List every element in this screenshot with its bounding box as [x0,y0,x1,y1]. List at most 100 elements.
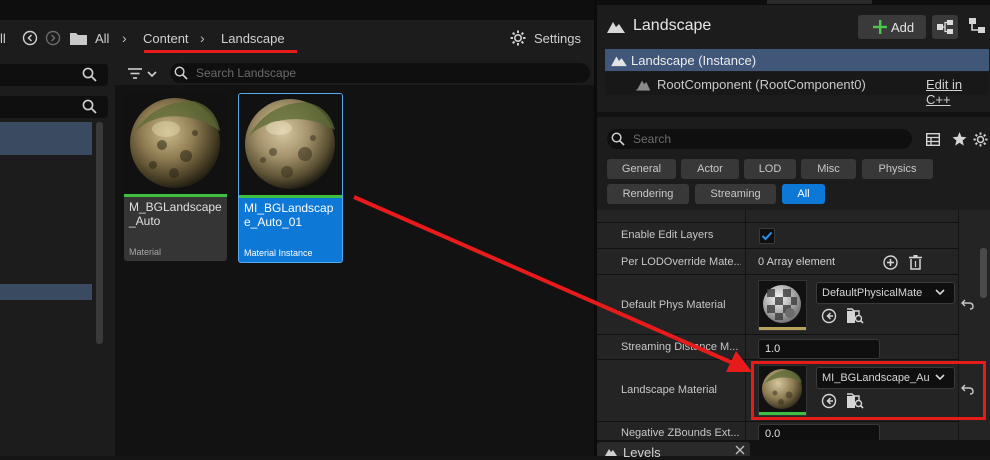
property-label: Per LODOverride Mate... [621,256,741,268]
settings-gear-icon[interactable] [510,30,526,46]
breadcrumb-landscape[interactable]: Landscape [221,31,285,46]
property-label: Default Phys Material [621,299,726,311]
tab-rendering[interactable]: Rendering [607,184,689,204]
phys-material-thumbnail[interactable] [758,280,807,331]
asset-name: M_BGLandscape_Auto [129,200,222,228]
folder-tree-row-selected[interactable] [0,122,92,155]
settings-gear-icon[interactable] [973,132,988,147]
phys-material-combo[interactable]: DefaultPhysicalMate [816,282,955,304]
tab-misc[interactable]: Misc [801,159,856,179]
section-splitter[interactable] [597,112,990,117]
reset-to-default-icon[interactable] [961,299,974,310]
table-view-icon[interactable] [926,133,940,146]
row-separator [597,274,958,275]
row-separator [597,421,958,422]
component-row-instance[interactable]: Landscape (Instance) [605,49,989,71]
details-title: Landscape [633,17,712,34]
plus-icon [873,20,887,34]
browse-asset-icon[interactable] [847,308,864,324]
search-icon [82,67,97,82]
material-type-bar [124,194,227,197]
checkmark-icon [761,231,773,241]
row-separator [597,334,958,335]
forward-history-icon[interactable] [45,30,61,46]
details-search-input[interactable]: Search [607,129,912,149]
asset-search-placeholder: Search Landscape [196,66,297,80]
property-label: Enable Edit Layers [621,229,714,241]
asset-type: Material [129,247,162,257]
tab-actor[interactable]: Actor [681,159,739,179]
array-count: 0 Array element [758,256,836,268]
add-element-icon[interactable] [883,255,898,270]
enable-edit-layers-checkbox[interactable] [759,228,775,244]
collections-search-box[interactable] [0,96,108,118]
sources-search-box[interactable] [0,64,108,86]
landscape-icon [611,53,627,67]
material-sphere-thumbnail [124,93,227,194]
root-component-label: RootComponent (RootComponent0) [657,77,866,92]
asset-name: MI_BGLandscape_Auto_01 [244,201,334,229]
phys-material-value: DefaultPhysicalMate [822,287,923,299]
add-label: Add [891,20,915,35]
settings-button[interactable]: Settings [534,31,581,46]
levels-icon [605,447,617,456]
row-separator [597,248,958,249]
hierarchy-icon[interactable] [969,18,985,34]
instance-label: Landscape (Instance) [631,53,757,68]
tab-all[interactable]: All [782,184,825,204]
add-component-button[interactable]: Add [858,15,926,39]
asset-tile-material[interactable]: M_BGLandscape_Auto Material [124,93,227,261]
asset-filter-bar: Search Landscape [115,58,594,88]
annotation-highlight-box [751,361,986,420]
property-label: Negative ZBounds Ext... [621,427,740,439]
chevron-right-icon: › [200,30,205,46]
component-row-root[interactable]: RootComponent (RootComponent0) Edit in C… [605,72,989,107]
chevron-down-icon [935,288,945,296]
asset-tile-material-instance[interactable]: MI_BGLandscape_Auto_01 Material Instance [238,93,343,263]
search-icon [174,66,188,80]
levels-tab-label: Levels [623,445,661,460]
edit-in-cpp-link[interactable]: Edit in C++ [926,77,989,107]
search-icon [82,99,97,114]
sources-panel [0,58,115,456]
breadcrumb-item-first[interactable]: ll [0,31,6,46]
scene-component-icon [635,77,651,91]
back-history-icon[interactable] [22,30,38,46]
landscape-icon [607,18,625,34]
levels-tab[interactable]: Levels [597,442,750,460]
material-type-bar [239,195,342,198]
scrollbar-thumb[interactable] [96,122,103,344]
breadcrumb-all[interactable]: All [95,31,109,46]
trash-icon[interactable] [909,255,922,270]
top-menu-strip [0,0,594,20]
folder-icon [70,31,87,45]
property-label: Streaming Distance M... [621,341,739,353]
details-search-placeholder: Search [633,132,672,146]
favorites-star-icon[interactable] [952,132,967,146]
row-separator [597,222,958,223]
column-divider[interactable] [745,210,746,446]
close-icon[interactable] [735,445,745,455]
blueprint-button[interactable] [932,15,958,39]
blueprint-icon [937,20,953,34]
tab-general[interactable]: General [607,159,676,179]
use-selected-icon[interactable] [821,308,837,324]
scrollbar-thumb[interactable] [980,248,987,298]
property-label: Landscape Material [621,384,718,396]
folder-tree-row-highlight[interactable] [0,284,92,300]
filter-icon[interactable] [127,67,159,81]
tab-lod[interactable]: LOD [744,159,796,179]
row-separator [597,359,958,360]
annotation-underline [144,50,297,53]
breadcrumb-bar: ll All › Content › Landscape Settings [0,20,594,58]
breadcrumb-content[interactable]: Content [143,31,189,46]
asset-type: Material Instance [244,248,313,258]
asset-search-input[interactable]: Search Landscape [170,63,590,83]
tab-streaming[interactable]: Streaming [695,184,776,204]
tab-physics[interactable]: Physics [862,159,933,179]
material-sphere-thumbnail [239,94,342,195]
streaming-distance-input[interactable]: 1.0 [758,339,880,359]
search-icon [611,132,625,146]
tab-stub[interactable] [767,0,872,4]
chevron-right-icon: › [122,30,127,46]
